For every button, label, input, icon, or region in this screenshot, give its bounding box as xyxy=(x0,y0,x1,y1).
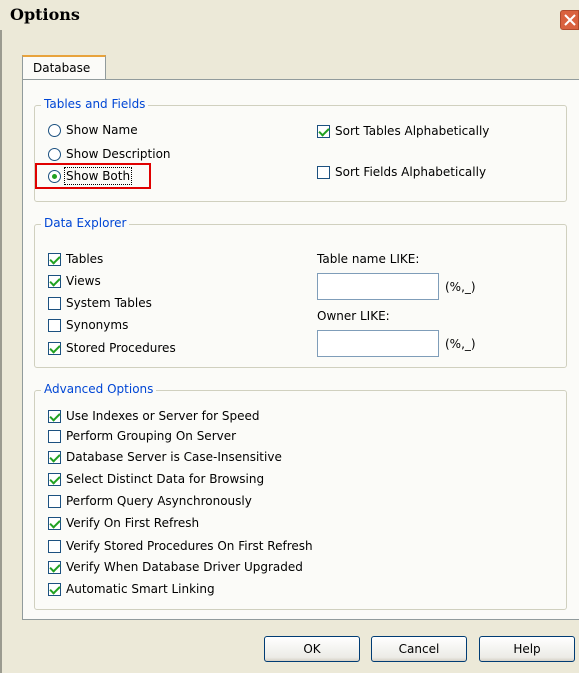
check-verify-stored-procedures[interactable]: Verify Stored Procedures On First Refres… xyxy=(48,537,313,555)
checkbox-label: Perform Grouping On Server xyxy=(66,429,237,443)
check-select-distinct[interactable]: Select Distinct Data for Browsing xyxy=(48,470,264,488)
table-name-like-label: Table name LIKE: xyxy=(317,252,420,266)
check-views[interactable]: Views xyxy=(48,272,101,290)
check-tables[interactable]: Tables xyxy=(48,250,103,268)
checkbox[interactable] xyxy=(48,516,61,530)
check-case-insensitive[interactable]: Database Server is Case-Insensitive xyxy=(48,448,282,466)
checkbox-label: Stored Procedures xyxy=(66,341,176,355)
title-bar: Options xyxy=(0,0,579,30)
checkbox-label: Sort Tables Alphabetically xyxy=(335,124,490,138)
checkbox-label: Verify When Database Driver Upgraded xyxy=(66,560,303,574)
checkbox-label: System Tables xyxy=(66,296,152,310)
ok-button[interactable]: OK xyxy=(264,636,360,662)
tab-database[interactable]: Database xyxy=(22,55,106,80)
radio-button[interactable] xyxy=(48,123,61,137)
help-button[interactable]: Help xyxy=(479,636,575,662)
radio-show-name[interactable]: Show Name xyxy=(48,121,138,139)
check-stored-procedures[interactable]: Stored Procedures xyxy=(48,339,176,357)
table-name-like-input[interactable] xyxy=(317,273,439,300)
checkbox-label: Select Distinct Data for Browsing xyxy=(66,472,265,486)
checkbox-label: Views xyxy=(66,274,101,288)
group-legend: Tables and Fields xyxy=(41,97,149,111)
radio-label: Show Name xyxy=(66,123,138,137)
check-sort-tables[interactable]: Sort Tables Alphabetically xyxy=(317,122,489,140)
owner-like-label: Owner LIKE: xyxy=(317,309,390,323)
check-verify-first-refresh[interactable]: Verify On First Refresh xyxy=(48,514,199,532)
checkbox[interactable] xyxy=(317,165,330,179)
checkbox[interactable] xyxy=(48,450,61,464)
cancel-button[interactable]: Cancel xyxy=(371,636,467,662)
checkbox-label: Automatic Smart Linking xyxy=(66,582,215,596)
checkbox[interactable] xyxy=(48,409,61,423)
owner-like-hint: (%,_) xyxy=(445,337,476,351)
checkbox[interactable] xyxy=(317,124,330,138)
highlight-box xyxy=(35,163,151,189)
checkbox[interactable] xyxy=(48,472,61,486)
checkbox-label: Tables xyxy=(66,252,104,266)
owner-like-input[interactable] xyxy=(317,330,439,357)
checkbox[interactable] xyxy=(48,494,61,508)
checkbox[interactable] xyxy=(48,318,61,332)
checkbox[interactable] xyxy=(48,252,61,266)
checkbox-label: Use Indexes or Server for Speed xyxy=(66,409,260,423)
checkbox-label: Sort Fields Alphabetically xyxy=(335,165,487,179)
checkbox-label: Perform Query Asynchronously xyxy=(66,494,252,508)
group-legend: Advanced Options xyxy=(41,382,157,396)
checkbox[interactable] xyxy=(48,296,61,310)
check-synonyms[interactable]: Synonyms xyxy=(48,316,128,334)
window-border xyxy=(0,30,2,673)
checkbox[interactable] xyxy=(48,539,61,553)
checkbox-label: Synonyms xyxy=(66,318,129,332)
radio-show-description[interactable]: Show Description xyxy=(48,145,171,163)
checkbox-label: Verify On First Refresh xyxy=(66,516,200,530)
checkbox[interactable] xyxy=(48,274,61,288)
check-smart-linking[interactable]: Automatic Smart Linking xyxy=(48,580,215,598)
checkbox[interactable] xyxy=(48,429,61,443)
check-query-async[interactable]: Perform Query Asynchronously xyxy=(48,492,252,510)
close-icon xyxy=(564,14,576,26)
window-title: Options xyxy=(10,5,80,24)
checkbox[interactable] xyxy=(48,582,61,596)
check-sort-fields[interactable]: Sort Fields Alphabetically xyxy=(317,163,486,181)
table-name-like-hint: (%,_) xyxy=(445,280,476,294)
checkbox[interactable] xyxy=(48,341,61,355)
radio-button[interactable] xyxy=(48,147,61,161)
radio-label: Show Description xyxy=(66,147,171,161)
checkbox-label: Database Server is Case-Insensitive xyxy=(66,450,282,464)
tab-label: Database xyxy=(33,61,91,75)
check-verify-driver-upgraded[interactable]: Verify When Database Driver Upgraded xyxy=(48,558,303,576)
check-use-indexes[interactable]: Use Indexes or Server for Speed xyxy=(48,407,260,425)
options-dialog: Options Database Tables and Fields Show … xyxy=(0,0,579,673)
group-legend: Data Explorer xyxy=(41,216,130,230)
close-button[interactable] xyxy=(560,10,579,30)
check-grouping-on-server[interactable]: Perform Grouping On Server xyxy=(48,427,236,445)
checkbox-label: Verify Stored Procedures On First Refres… xyxy=(66,539,313,553)
check-system-tables[interactable]: System Tables xyxy=(48,294,152,312)
checkbox[interactable] xyxy=(48,560,61,574)
